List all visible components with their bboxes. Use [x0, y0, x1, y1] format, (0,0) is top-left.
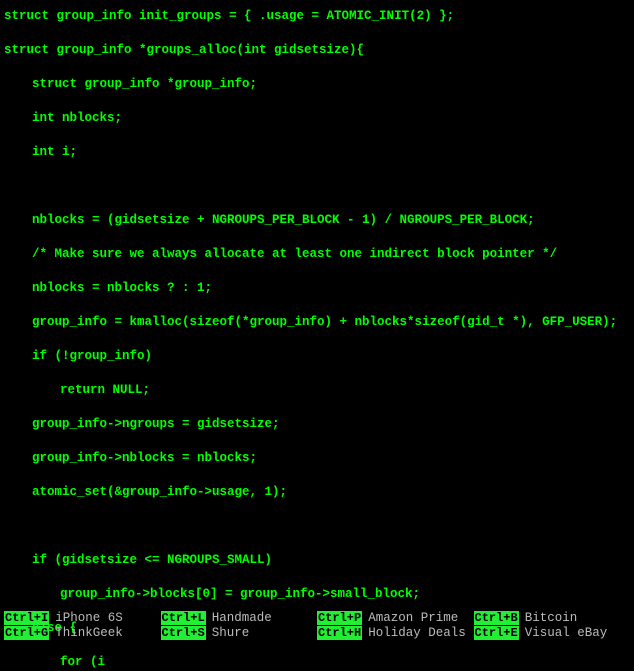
code-block: struct group_info init_groups = { .usage…: [0, 0, 634, 671]
shortcut-key: Ctrl+G: [4, 626, 49, 640]
shortcut-visual-ebay[interactable]: Ctrl+E Visual eBay: [474, 626, 631, 640]
code-line: [4, 229, 630, 246]
shortcut-key: Ctrl+S: [161, 626, 206, 640]
code-line: [4, 535, 630, 552]
code-line: [4, 467, 630, 484]
shortcut-key: Ctrl+H: [317, 626, 362, 640]
code-line: /* Make sure we always allocate at least…: [4, 246, 630, 263]
code-line: [4, 297, 630, 314]
code-line: return NULL;: [4, 382, 630, 399]
shortcut-label: Visual eBay: [525, 626, 608, 640]
code-line: [4, 195, 630, 212]
shortcut-amazon-prime[interactable]: Ctrl+P Amazon Prime: [317, 611, 474, 625]
shortcut-key: Ctrl+E: [474, 626, 519, 640]
code-line: group_info = kmalloc(sizeof(*group_info)…: [4, 314, 630, 331]
code-line: int i;: [4, 144, 630, 161]
footer-row: Ctrl+I iPhone 6S Ctrl+L Handmade Ctrl+P …: [4, 611, 630, 625]
code-line: atomic_set(&group_info->usage, 1);: [4, 484, 630, 501]
shortcut-bitcoin[interactable]: Ctrl+B Bitcoin: [474, 611, 631, 625]
shortcut-key: Ctrl+L: [161, 611, 206, 625]
code-line: if (gidsetsize <= NGROUPS_SMALL): [4, 552, 630, 569]
code-line: [4, 59, 630, 76]
code-line: [4, 365, 630, 382]
shortcut-label: iPhone 6S: [55, 611, 123, 625]
shortcut-key: Ctrl+I: [4, 611, 49, 625]
code-line: [4, 263, 630, 280]
shortcut-iphone[interactable]: Ctrl+I iPhone 6S: [4, 611, 161, 625]
shortcut-label: Bitcoin: [525, 611, 578, 625]
code-line: group_info->nblocks = nblocks;: [4, 450, 630, 467]
code-line: for (i: [4, 654, 630, 671]
code-line: [4, 569, 630, 586]
shortcut-key: Ctrl+B: [474, 611, 519, 625]
shortcut-label: Shure: [212, 626, 250, 640]
code-line: struct group_info init_groups = { .usage…: [4, 8, 630, 25]
code-line: group_info->blocks[0] = group_info->smal…: [4, 586, 630, 603]
footer-shortcuts: Ctrl+I iPhone 6S Ctrl+L Handmade Ctrl+P …: [0, 611, 634, 643]
code-line: [4, 518, 630, 535]
shortcut-key: Ctrl+P: [317, 611, 362, 625]
code-line: [4, 93, 630, 110]
shortcut-handmade[interactable]: Ctrl+L Handmade: [161, 611, 318, 625]
code-line: group_info->ngroups = gidsetsize;: [4, 416, 630, 433]
shortcut-label: Holiday Deals: [368, 626, 466, 640]
code-line: [4, 161, 630, 178]
shortcut-label: Amazon Prime: [368, 611, 458, 625]
code-line: [4, 433, 630, 450]
shortcut-thinkgeek[interactable]: Ctrl+G ThinkGeek: [4, 626, 161, 640]
code-line: [4, 178, 630, 195]
shortcut-holiday-deals[interactable]: Ctrl+H Holiday Deals: [317, 626, 474, 640]
code-line: struct group_info *groups_alloc(int gids…: [4, 42, 630, 59]
shortcut-label: Handmade: [212, 611, 272, 625]
code-line: nblocks = (gidsetsize + NGROUPS_PER_BLOC…: [4, 212, 630, 229]
code-line: int nblocks;: [4, 110, 630, 127]
shortcut-shure[interactable]: Ctrl+S Shure: [161, 626, 318, 640]
footer-row: Ctrl+G ThinkGeek Ctrl+S Shure Ctrl+H Hol…: [4, 626, 630, 640]
code-line: if (!group_info): [4, 348, 630, 365]
code-line: [4, 501, 630, 518]
code-line: [4, 399, 630, 416]
code-line: [4, 331, 630, 348]
code-line: [4, 25, 630, 42]
code-line: struct group_info *group_info;: [4, 76, 630, 93]
code-line: [4, 127, 630, 144]
code-line: nblocks = nblocks ? : 1;: [4, 280, 630, 297]
shortcut-label: ThinkGeek: [55, 626, 123, 640]
